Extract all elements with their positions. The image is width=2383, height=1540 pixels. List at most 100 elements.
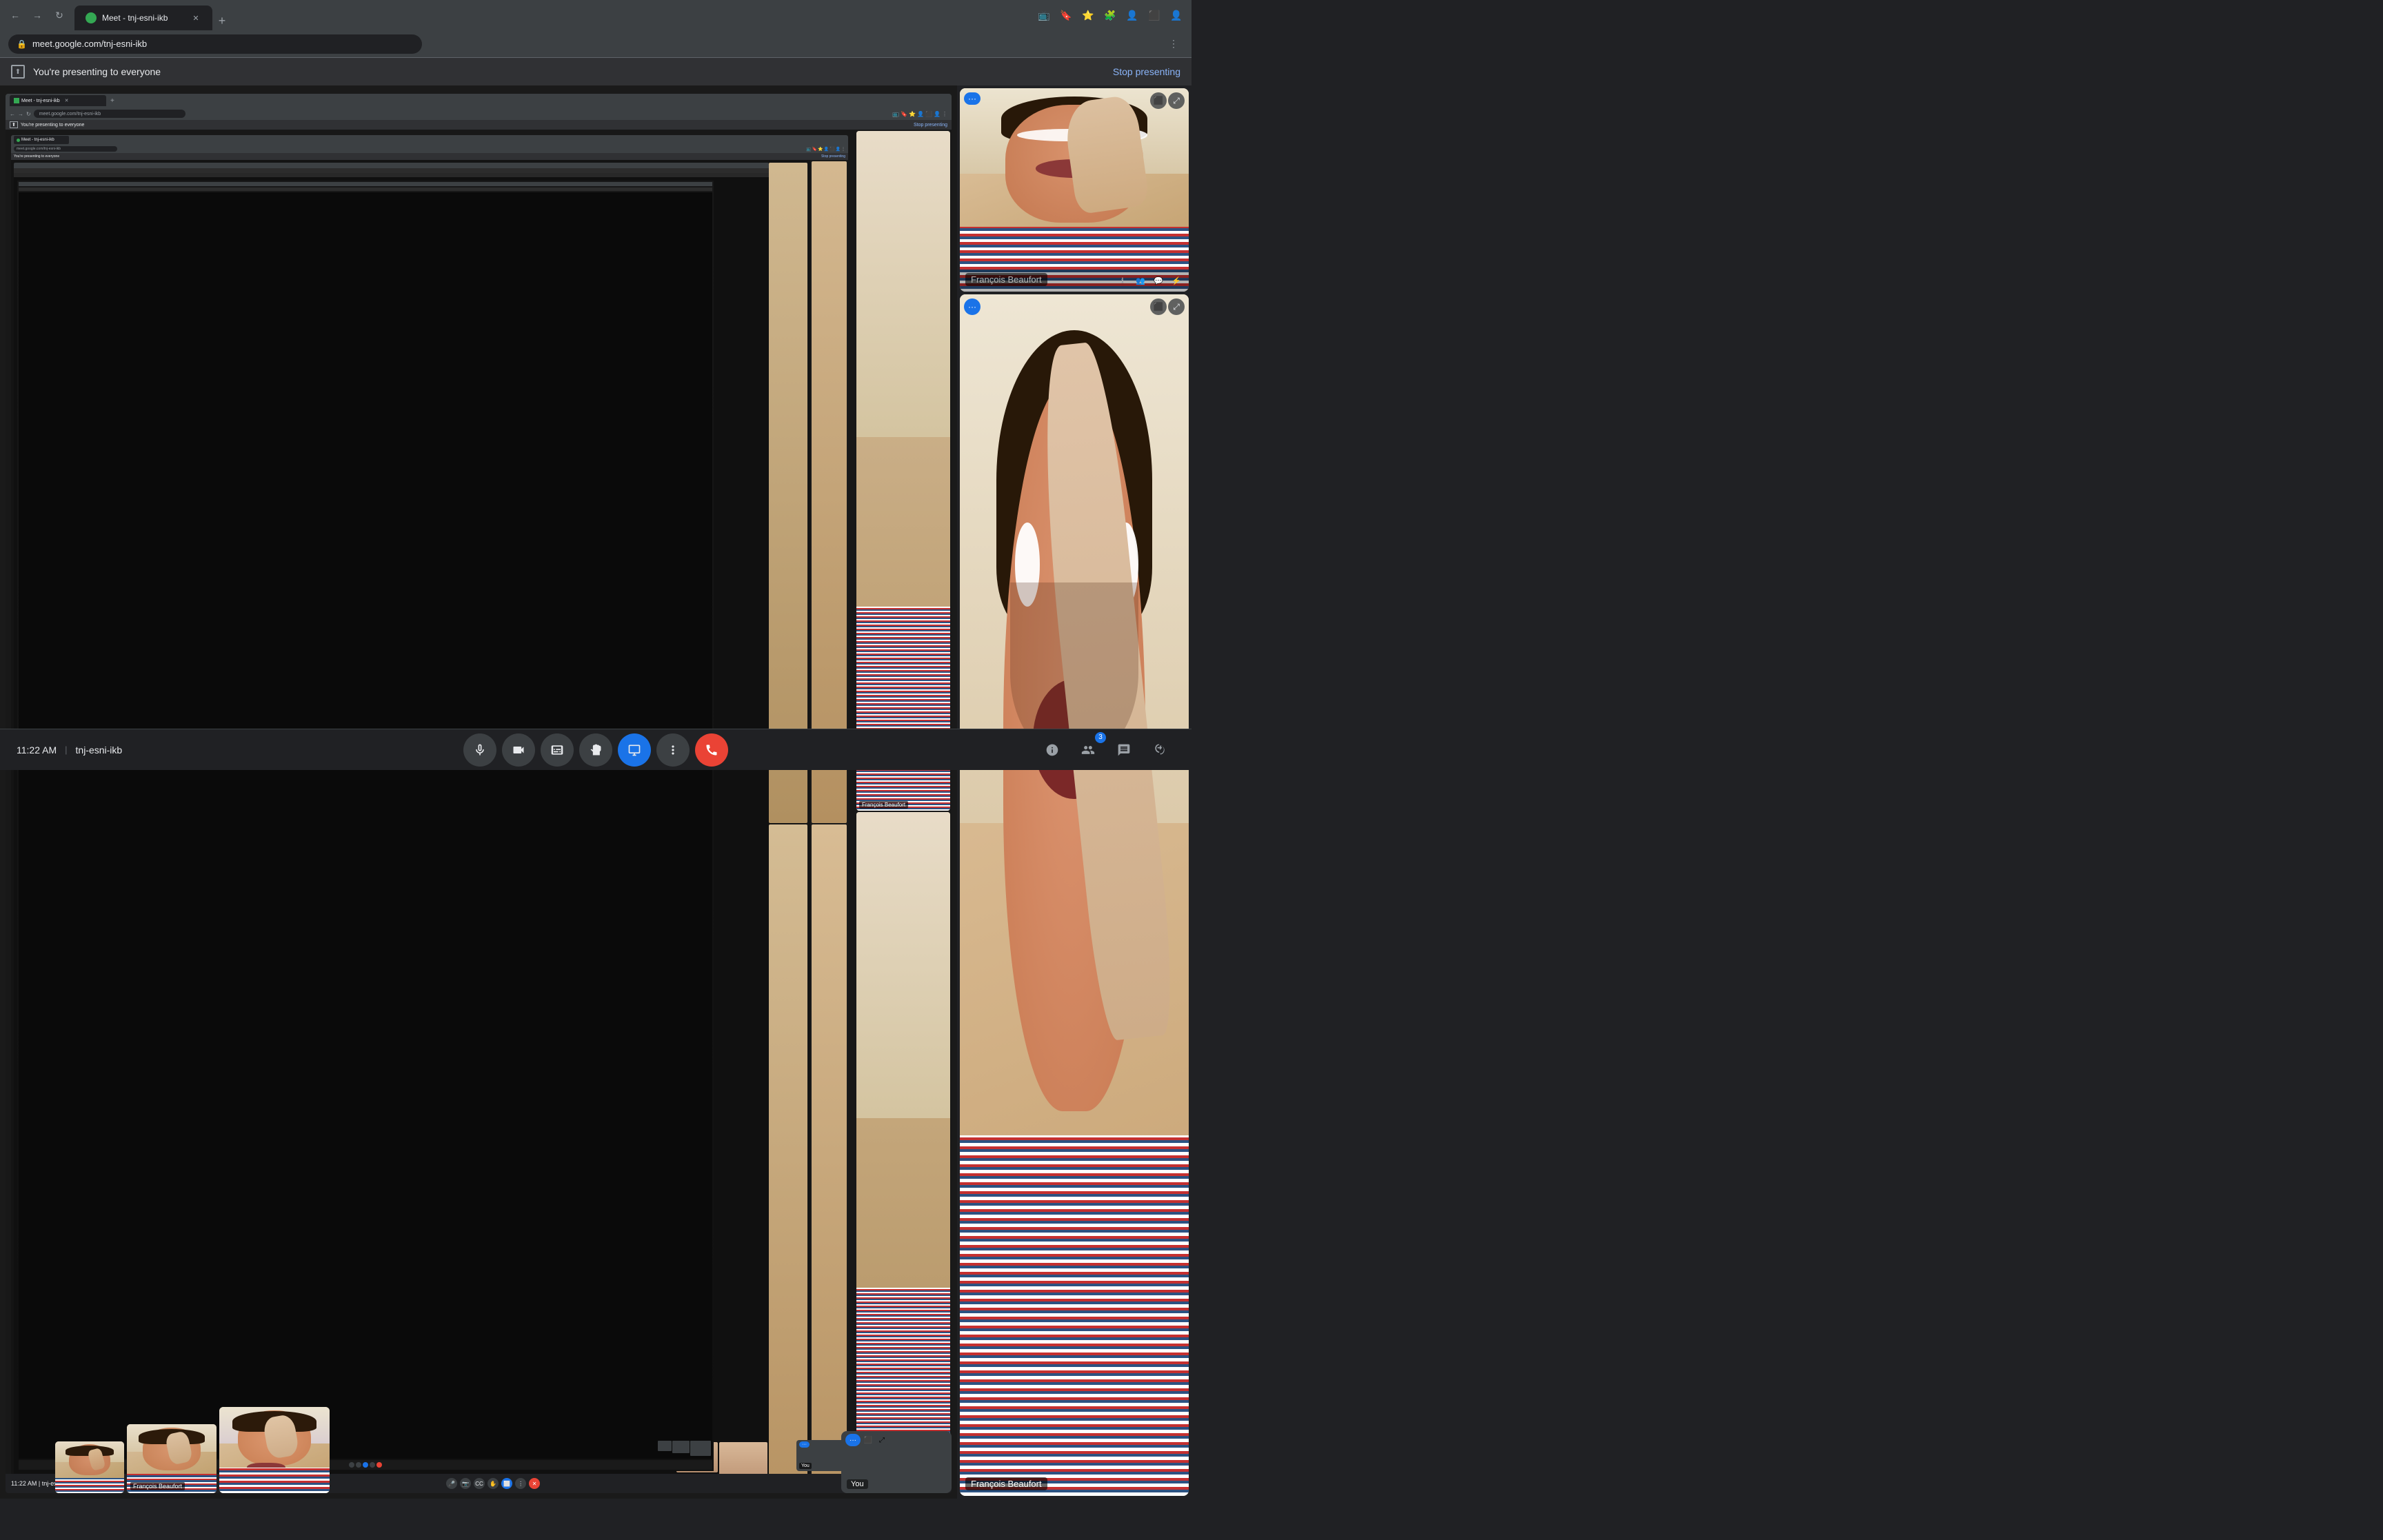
- l3-ctrl4: [370, 1462, 375, 1468]
- fb2-shirt: [960, 1135, 1189, 1496]
- active-tab[interactable]: Meet - tnj-esni-ikb ✕: [74, 6, 212, 30]
- l1-rv2-face: [856, 812, 950, 1492]
- n-mic[interactable]: 🎤: [446, 1478, 457, 1489]
- l2-favicon: [17, 139, 20, 142]
- fb2-more-btn[interactable]: ···: [964, 298, 981, 315]
- mini-banner: ⬆ You're presenting to everyone Stop pre…: [6, 120, 952, 130]
- mini-tab-favicon: [14, 98, 19, 103]
- fb1-expand-btn[interactable]: ⤢: [1168, 92, 1185, 109]
- l2-icon4: 👤: [824, 147, 829, 152]
- browser-actions: ⋮: [1164, 34, 1183, 54]
- mini-banner-icon: ⬆: [10, 121, 18, 128]
- star-icon[interactable]: ⭐: [1078, 6, 1098, 25]
- mic-button[interactable]: [463, 733, 496, 767]
- menu-button[interactable]: ⋮: [1164, 34, 1183, 54]
- people-badge: 3: [1095, 732, 1106, 743]
- fb1-chat-icon[interactable]: 💬: [1152, 274, 1165, 287]
- fb-tile2-name: François Beaufort: [130, 1482, 185, 1490]
- refresh-button[interactable]: ↻: [50, 6, 69, 25]
- you-more-btn[interactable]: ···: [845, 1434, 861, 1446]
- tab-favicon: [86, 12, 97, 23]
- puzzle-icon[interactable]: 🧩: [1100, 6, 1120, 25]
- mini-icon7: ⋮: [942, 111, 947, 117]
- deep-thumb3: [690, 1441, 711, 1456]
- meeting-info-button[interactable]: [1037, 735, 1067, 765]
- l3-minibar: [19, 182, 712, 186]
- cast-icon[interactable]: 📺: [1034, 6, 1054, 25]
- fb1-info-icon[interactable]: ℹ: [1116, 274, 1129, 287]
- shirt1: [856, 607, 950, 811]
- l2-tabs: Meet - tnj-esni-ikb: [11, 135, 848, 145]
- profile-icon[interactable]: 👤: [1123, 6, 1142, 25]
- chat-button[interactable]: [1109, 735, 1139, 765]
- n-cam[interactable]: 📷: [460, 1478, 471, 1489]
- n-cc[interactable]: CC: [474, 1478, 485, 1489]
- l1-rv1-name: François Beaufort: [859, 801, 908, 809]
- nested-you-label: You: [799, 1463, 812, 1469]
- l2-tab: Meet - tnj-esni-ikb: [14, 136, 69, 144]
- mini-icon3: ⭐: [909, 111, 916, 117]
- people-button-wrapper: 3: [1073, 735, 1103, 765]
- l2-icon3: ⭐: [818, 147, 823, 152]
- mini-new-tab: +: [109, 97, 116, 105]
- nested-controls: 🎤 📷 CC ✋ ⬜ ⋮ ✕: [446, 1478, 540, 1489]
- account-icon[interactable]: 👤: [1167, 6, 1186, 25]
- captions-button[interactable]: [541, 733, 574, 767]
- l3-ctrl-end: [376, 1462, 382, 1468]
- you-dots: ···: [849, 1437, 856, 1444]
- mini-forward: →: [18, 111, 23, 117]
- present-button[interactable]: [618, 733, 651, 767]
- forward-button[interactable]: →: [28, 6, 47, 25]
- screen-fb-tile2: François Beaufort: [127, 1424, 217, 1493]
- nested-you-more: ···: [799, 1441, 810, 1448]
- screen-fb-tile3: [219, 1407, 330, 1493]
- l3-area: [11, 160, 810, 1488]
- mini-address-bar: ← → ↻ meet.google.com/tnj-esni-ikb 📺 🔖 ⭐…: [6, 108, 952, 120]
- bookmark-icon[interactable]: 🔖: [1056, 6, 1076, 25]
- activities-button[interactable]: [1145, 735, 1175, 765]
- more-options-button[interactable]: [656, 733, 690, 767]
- camera-button[interactable]: [502, 733, 535, 767]
- l1-right-videos: François Beaufort François Beaufort: [855, 130, 952, 1493]
- presentation-banner: ⬆ You're presenting to everyone Stop pre…: [0, 58, 1192, 85]
- level2-inner: Meet - tnj-esni-ikb meet.google.com/tnj-…: [11, 135, 848, 1488]
- address-bar[interactable]: 🔒 meet.google.com/tnj-esni-ikb: [8, 34, 422, 54]
- fb-face-lg: [219, 1407, 330, 1493]
- back-button[interactable]: ←: [6, 6, 25, 25]
- tab-bar: Meet - tnj-esni-ikb ✕ +: [74, 0, 627, 30]
- participant-tile-francois-2: François Beaufort ··· ⬛ ⤢: [960, 294, 1189, 1496]
- you-expand-icon[interactable]: ⤢: [876, 1434, 888, 1446]
- fb1-video-btn[interactable]: ⬛: [1150, 92, 1167, 109]
- l1-rv1-face: [856, 131, 950, 811]
- fb1-more-btn[interactable]: ···: [964, 92, 981, 105]
- n-present[interactable]: ⬜: [501, 1478, 512, 1489]
- split-view-icon[interactable]: ⬛: [1145, 6, 1164, 25]
- stop-presenting-button[interactable]: Stop presenting: [1113, 66, 1180, 77]
- lock-icon: 🔒: [17, 39, 27, 49]
- mini-banner-text: You're presenting to everyone: [21, 123, 85, 128]
- fb-face-sm: [55, 1441, 124, 1493]
- l2-icons: 📺 🔖 ⭐ 👤 ⬛ 👤 ⋮: [806, 147, 845, 152]
- browser-nav-buttons: ← → ↻: [6, 6, 69, 25]
- raise-hand-button[interactable]: [579, 733, 612, 767]
- you-label: You: [847, 1479, 868, 1489]
- l2-banner-text: You're presenting to everyone: [14, 154, 59, 159]
- n-more[interactable]: ⋮: [515, 1478, 526, 1489]
- new-tab-button[interactable]: +: [212, 11, 232, 30]
- fb1-activities-icon[interactable]: ⚡: [1169, 274, 1183, 287]
- l3-ctrl2: [356, 1462, 361, 1468]
- fb2-expand-btn[interactable]: ⤢: [1168, 298, 1185, 315]
- fb1-right-controls: ⬛ ⤢: [1150, 92, 1185, 109]
- n-hand[interactable]: ✋: [487, 1478, 499, 1489]
- fb1-people-icon[interactable]: 👥: [1134, 274, 1147, 287]
- n-end[interactable]: ✕: [529, 1478, 540, 1489]
- end-call-button[interactable]: [695, 733, 728, 767]
- nested-you-options: ···: [799, 1441, 810, 1448]
- you-tile-main: ··· ⬛ ⤢ You: [841, 1431, 952, 1493]
- fb2-video-btn[interactable]: ⬛: [1150, 298, 1167, 315]
- mini-tabs-bar: Meet - tnj-esni-ikb ✕ +: [6, 94, 952, 108]
- tab-close-button[interactable]: ✕: [190, 12, 201, 23]
- mini-browser-icons: 📺 🔖 ⭐ 👤 ⬛ 👤 ⋮: [892, 111, 947, 117]
- l1-rv2: François Beaufort: [856, 812, 950, 1492]
- l2-rv2-face: [812, 824, 847, 1486]
